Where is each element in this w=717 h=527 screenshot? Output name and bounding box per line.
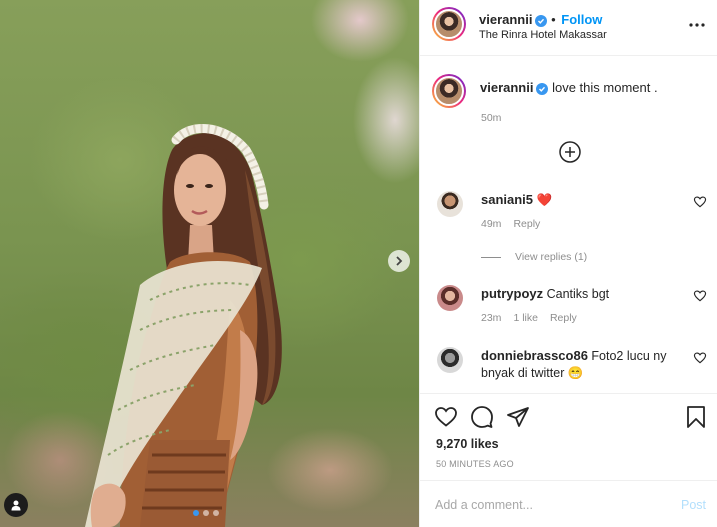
comment-likes[interactable]: 1 like [513,312,538,324]
like-heart-icon[interactable] [434,405,458,429]
comment-text: ❤️ [536,193,553,207]
caption-username[interactable]: vierannii [480,80,533,95]
commenter-username[interactable]: saniani5 [481,192,533,207]
author-username[interactable]: vierannii [479,12,532,27]
post-photo[interactable] [0,0,419,527]
follow-button[interactable]: Follow [561,12,602,27]
reply-button[interactable]: Reply [550,312,577,324]
post-timestamp[interactable]: 50 MINUTES AGO [436,459,514,469]
comment-time: 23m [481,312,502,324]
post-comment-button[interactable]: Post [681,498,706,512]
post-header: vierannii • Follow The Rinra Hotel Makas… [420,0,717,56]
photo-scene [85,124,282,527]
location-link[interactable]: The Rinra Hotel Makassar [479,29,607,41]
share-paper-plane-icon[interactable] [506,405,530,429]
save-bookmark-icon[interactable] [684,405,708,429]
more-horizontal-icon [689,23,705,27]
comment-text: Cantiks bgt [546,287,610,301]
post-actions: 9,270 likes 50 MINUTES AGO [420,393,717,479]
view-replies-button[interactable]: View replies (1) [481,251,587,263]
comment-item: saniani5 ❤️ 49m Reply [437,191,707,230]
like-comment-heart-icon[interactable] [693,195,707,209]
commenter-username[interactable]: donniebrassco86 [481,348,588,363]
comment-item: putrypoyz Cantiks bgt 23m 1 like Reply [437,285,707,324]
avatar[interactable] [432,7,466,41]
commenter-username[interactable]: putrypoyz [481,286,543,301]
post-sidebar: vierannii • Follow The Rinra Hotel Makas… [419,0,717,527]
view-replies-label: View replies (1) [515,251,588,263]
post-caption: vierannii love this moment . 50m [432,74,708,124]
carousel-dot [193,510,199,516]
carousel-dots [193,510,219,516]
commenter-avatar[interactable] [437,347,463,373]
like-comment-heart-icon[interactable] [693,289,707,303]
load-more-comments-button[interactable] [558,140,582,164]
comment-item: donniebrassco86 Foto2 lucu ny bnyak di t… [437,347,707,382]
comment-composer: Post [420,480,717,527]
comment-icon[interactable] [470,405,494,429]
plus-circle-icon [559,141,581,163]
separator-dot: • [551,12,560,27]
caption-text: love this moment . [552,80,658,95]
caption-avatar[interactable] [432,74,466,108]
add-comment-input[interactable] [435,494,655,516]
commenter-avatar[interactable] [437,191,463,217]
verified-badge-icon [536,83,549,95]
carousel-dot [213,510,219,516]
replies-divider [481,256,501,258]
tagged-users-button[interactable] [4,493,28,517]
carousel-dot [203,510,209,516]
reply-button[interactable]: Reply [513,218,540,230]
like-comment-heart-icon[interactable] [693,351,707,365]
more-options-button[interactable] [686,14,708,36]
commenter-avatar[interactable] [437,285,463,311]
likes-count[interactable]: 9,270 likes [436,437,499,451]
chevron-right-icon [396,256,403,266]
caption-time: 50m [481,112,502,124]
user-icon [11,500,21,511]
next-slide-button[interactable] [388,250,410,272]
comment-time: 49m [481,218,502,230]
verified-badge-icon [535,15,548,27]
